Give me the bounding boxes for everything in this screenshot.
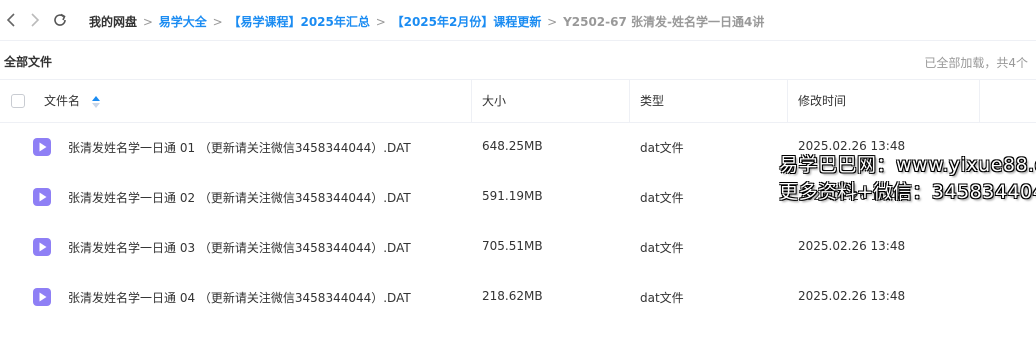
select-all-checkbox[interactable] [11,94,25,108]
file-type: dat文件 [640,141,684,155]
file-size: 591.19MB [482,189,543,203]
back-button[interactable] [4,12,20,28]
refresh-button[interactable] [52,12,68,28]
breadcrumb-separator: > [212,15,223,29]
file-name[interactable]: 张清发姓名学一日通 03 （更新请关注微信3458344044）.DAT [68,239,411,256]
column-header-type[interactable]: 类型 [640,80,664,122]
watermark-line-1: 易学巴巴网：www.yixue88.cn [779,154,1036,176]
breadcrumb-current: Y2502-67 张清发-姓名学一日通4讲 [563,15,765,29]
column-header-modified[interactable]: 修改时间 [798,80,846,122]
file-modified-time: 2025.02.26 13:48 [798,289,906,303]
video-file-icon [33,288,51,306]
breadcrumb-home[interactable]: 我的网盘 [89,13,137,30]
load-status: 已全部加载，共4个 [924,56,1028,70]
breadcrumb: 我的网盘 > 易学大全 > 【易学课程】2025年汇总 > 【2025年2月份】… [89,13,764,30]
chevron-left-icon [6,13,15,27]
file-modified-time: 2025.02.26 13:48 [798,239,906,253]
file-size: 648.25MB [482,139,543,153]
refresh-icon [54,13,66,26]
all-files-title: 全部文件 [4,55,53,69]
video-file-icon [33,188,51,206]
breadcrumb-separator: > [375,15,386,29]
file-name[interactable]: 张清发姓名学一日通 04 （更新请关注微信3458344044）.DAT [68,289,411,306]
column-header-name-label: 文件名 [44,94,81,108]
table-header: 文件名 大小 类型 修改时间 [0,80,1036,123]
column-divider [629,80,630,122]
file-size: 218.62MB [482,289,543,303]
table-row[interactable]: 张清发姓名学一日通 04 （更新请关注微信3458344044）.DAT 218… [0,272,1036,322]
breadcrumb-item[interactable]: 【2025年2月份】课程更新 [392,13,542,30]
file-type: dat文件 [640,291,684,305]
file-size: 705.51MB [482,239,543,253]
table-row[interactable]: 张清发姓名学一日通 03 （更新请关注微信3458344044）.DAT 705… [0,222,1036,272]
file-name[interactable]: 张清发姓名学一日通 02 （更新请关注微信3458344044）.DAT [68,189,411,206]
column-divider [979,80,980,122]
file-type: dat文件 [640,191,684,205]
column-divider [471,80,472,122]
column-header-name[interactable]: 文件名 [44,80,100,122]
forward-button[interactable] [26,12,42,28]
breadcrumb-item[interactable]: 易学大全 [159,13,207,30]
chevron-right-icon [31,13,40,27]
column-divider [787,80,788,122]
file-type: dat文件 [640,241,684,255]
sort-icon[interactable] [91,95,100,108]
file-list-toolbar: 全部文件 已全部加载，共4个 [0,41,1036,80]
video-file-icon [33,238,51,256]
top-navigation-bar: 我的网盘 > 易学大全 > 【易学课程】2025年汇总 > 【2025年2月份】… [0,0,1036,41]
breadcrumb-item[interactable]: 【易学课程】2025年汇总 [228,13,369,30]
column-header-size[interactable]: 大小 [482,80,506,122]
breadcrumb-separator: > [142,15,153,29]
file-name[interactable]: 张清发姓名学一日通 01 （更新请关注微信3458344044）.DAT [68,139,411,156]
watermark-line-2: 更多资料+微信：3458344044 [779,181,1036,203]
video-file-icon [33,138,51,156]
breadcrumb-separator: > [547,15,558,29]
